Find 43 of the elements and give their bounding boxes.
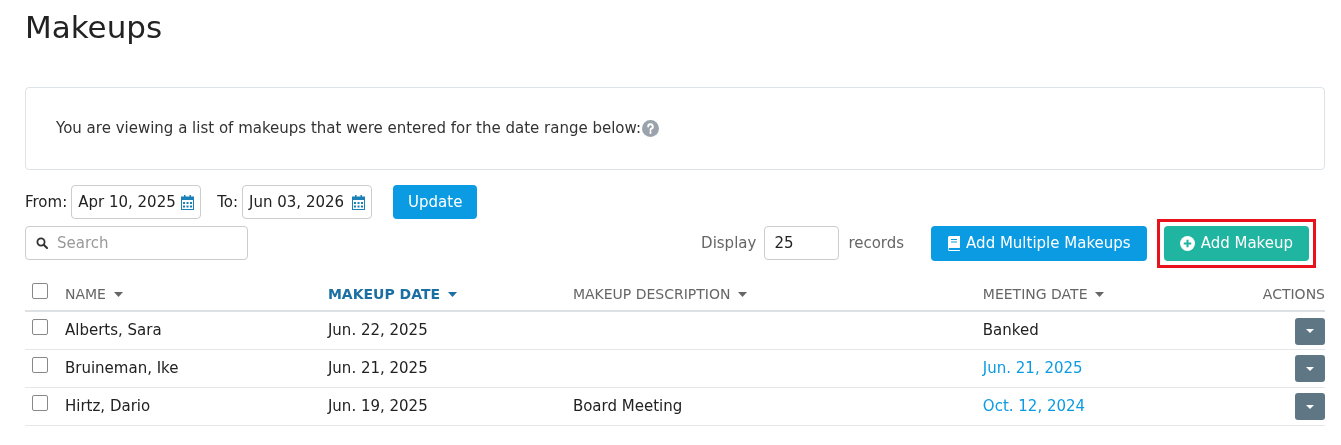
caret-icon [1306, 329, 1314, 333]
add-button[interactable]: Add Multiple Makeups [931, 225, 1147, 261]
name-cell: Hirtz, Dario [65, 397, 151, 415]
description-cell: Board Meeting [572, 397, 683, 415]
update-button[interactable]: Update [393, 185, 478, 219]
calendar-icon [352, 194, 366, 210]
column-header[interactable]: MAKEUP DESCRIPTION [572, 284, 748, 305]
from-label: From: [25, 191, 68, 213]
date-cell: Jun. 19, 2025 [327, 397, 428, 415]
checkbox[interactable] [32, 357, 48, 373]
calendar-icon [181, 194, 195, 210]
records-label: records [848, 232, 905, 254]
date-cell: Jun. 22, 2025 [327, 321, 428, 340]
book-icon [947, 235, 961, 251]
search-icon [36, 237, 48, 249]
name-cell: Alberts, Sara [65, 321, 162, 340]
display-label: Display [701, 232, 757, 254]
column-header[interactable]: MEETING DATE [982, 284, 1105, 305]
from-date-field[interactable]: Apr 10, 2025 [71, 185, 202, 219]
search-field[interactable]: Search [25, 226, 248, 260]
actions-dropdown-button[interactable] [1295, 317, 1325, 345]
info-text: You are viewing a list of makeups that were entered for the date range below: [56, 118, 642, 140]
caret-icon [1306, 404, 1314, 409]
add-circle-icon [1179, 235, 1195, 251]
date-cell: Jun. 21, 2025 [327, 359, 428, 377]
checkbox[interactable] [32, 395, 48, 411]
help-icon [642, 120, 660, 137]
actions-dropdown-button[interactable] [1295, 355, 1325, 383]
page-title: Makeups [25, 12, 163, 43]
meeting-date-link[interactable]: Jun. 21, 2025 [982, 359, 1083, 377]
checkbox[interactable] [32, 283, 48, 299]
to-date-field[interactable]: Jun 03, 2026 [242, 185, 373, 219]
meeting-status: Banked [982, 321, 1039, 340]
actions-dropdown-button[interactable] [1295, 393, 1325, 421]
to-label: To: [217, 191, 239, 213]
column-header: ACTIONS [1262, 285, 1325, 304]
column-header[interactable]: NAME [65, 284, 123, 305]
name-cell: Bruineman, Ike [65, 359, 179, 377]
caret-icon [1306, 366, 1314, 371]
records-count-field[interactable]: 25 [764, 226, 840, 260]
column-header[interactable]: MAKEUP DATE [327, 284, 458, 305]
checkbox[interactable] [32, 319, 48, 336]
meeting-date-link[interactable]: Oct. 12, 2024 [982, 397, 1086, 415]
